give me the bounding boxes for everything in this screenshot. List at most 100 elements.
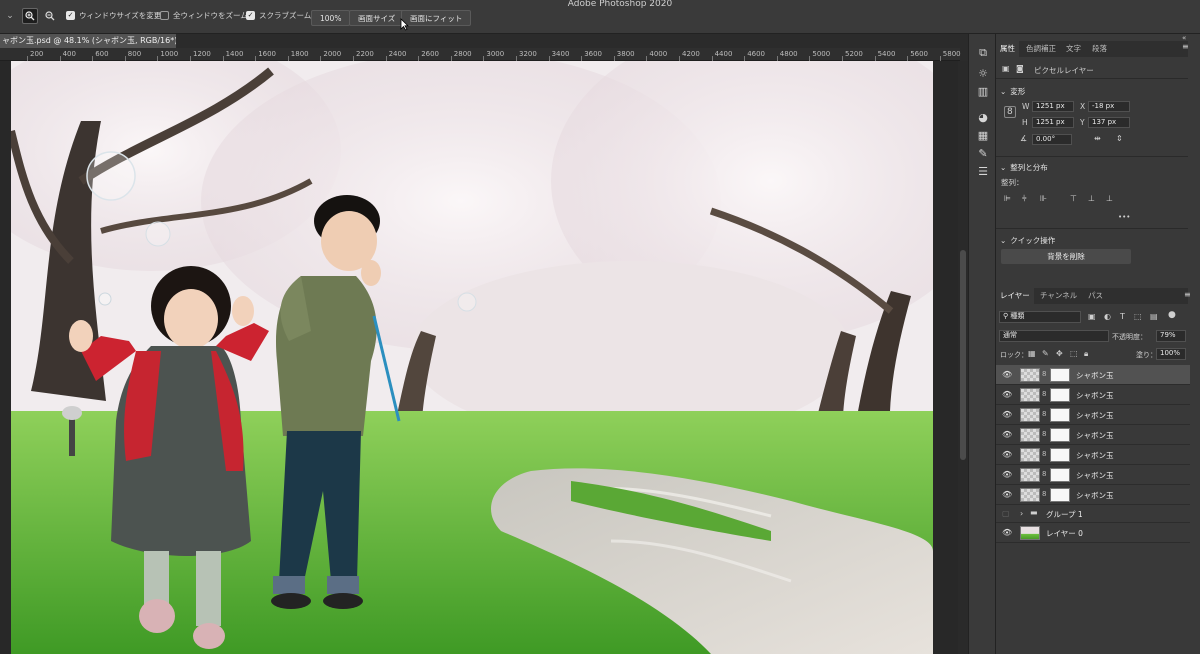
tab-character[interactable]: 文字 bbox=[1062, 41, 1085, 57]
flip-horizontal-icon[interactable]: ⇹ bbox=[1094, 134, 1101, 143]
angle-field[interactable]: 0.00° bbox=[1032, 134, 1072, 145]
levels-icon[interactable]: ▥ bbox=[976, 84, 990, 98]
align-section-title[interactable]: ⌄ 整列と分布 bbox=[1000, 162, 1048, 173]
tab-layers[interactable]: レイヤー bbox=[996, 288, 1034, 304]
tab-paths[interactable]: パス bbox=[1084, 288, 1107, 304]
layer-mask-thumbnail[interactable] bbox=[1050, 488, 1070, 502]
remove-background-button[interactable]: 背景を削除 bbox=[1001, 249, 1131, 264]
layer-row[interactable]: 👁︎ 8 シャボン玉 bbox=[996, 485, 1190, 505]
lock-artboard-icon[interactable]: ⬚ bbox=[1070, 349, 1078, 358]
more-options-button[interactable]: ••• bbox=[1118, 213, 1130, 221]
zoom-out-icon[interactable] bbox=[42, 8, 58, 24]
layer-mask-thumbnail[interactable] bbox=[1050, 408, 1070, 422]
tab-properties[interactable]: 属性 bbox=[996, 41, 1019, 57]
adjustments-sun-icon[interactable]: ☼ bbox=[976, 66, 990, 80]
resize-windows-option[interactable]: ✓ ウィンドウサイズを変更 bbox=[66, 10, 161, 21]
layers-panel-menu-icon[interactable]: ≡ bbox=[1184, 290, 1191, 299]
horizontal-ruler[interactable]: 200 400 600 800 1000 1200 1400 1600 1800 2000 2200… bbox=[0, 48, 961, 61]
align-center-h-icon[interactable]: ⫩ bbox=[1022, 194, 1027, 204]
tool-preset-chevron-icon[interactable]: ⌄ bbox=[2, 8, 18, 24]
document-tab[interactable]: ャボン玉.psd @ 48.1% (シャボン玉, RGB/16*) bbox=[0, 34, 176, 48]
y-field[interactable]: 137 px bbox=[1088, 117, 1130, 128]
zoom-in-icon[interactable] bbox=[22, 8, 38, 24]
filter-adjustment-icon[interactable]: ◐ bbox=[1104, 312, 1111, 321]
layer-mask-thumbnail[interactable] bbox=[1050, 368, 1070, 382]
eye-icon[interactable]: 👁︎ bbox=[1002, 470, 1012, 479]
layer-row[interactable]: 👁︎ 8 シャボン玉 bbox=[996, 445, 1190, 465]
eye-icon[interactable]: 👁︎ bbox=[1002, 410, 1012, 419]
eye-icon[interactable]: 👁︎ bbox=[1002, 430, 1012, 439]
layer-row[interactable]: 👁︎ 8 シャボン玉 bbox=[996, 465, 1190, 485]
tab-channels[interactable]: チャンネル bbox=[1036, 288, 1081, 304]
panel-menu-icon[interactable]: ≡ bbox=[1182, 42, 1189, 51]
eye-icon[interactable]: 👁︎ bbox=[1002, 490, 1012, 499]
flip-vertical-icon[interactable]: ⇕ bbox=[1116, 134, 1123, 143]
swatches-grid-icon[interactable]: ▦ bbox=[976, 128, 990, 142]
tab-adjustments[interactable]: 色調補正 bbox=[1022, 41, 1060, 57]
history-icon[interactable]: ⧉ bbox=[976, 46, 990, 60]
layer-name[interactable]: レイヤー 0 bbox=[1046, 528, 1083, 539]
zoom-100-button[interactable]: 100% bbox=[311, 10, 351, 26]
blend-mode-select[interactable]: 通常 bbox=[999, 330, 1109, 342]
lock-brush-icon[interactable]: ✎ bbox=[1042, 349, 1049, 358]
fit-screen-button[interactable]: 画面にフィット bbox=[401, 10, 472, 26]
layer-row[interactable]: 👁︎ レイヤー 0 bbox=[996, 523, 1190, 543]
layer-row[interactable]: 👁︎ 8 シャボン玉 bbox=[996, 425, 1190, 445]
resize-windows-checkbox[interactable]: ✓ bbox=[66, 11, 75, 20]
x-field[interactable]: -18 px bbox=[1088, 101, 1130, 112]
group-name[interactable]: グループ 1 bbox=[1046, 509, 1083, 520]
align-middle-v-icon[interactable]: ⊥ bbox=[1088, 194, 1095, 203]
align-left-icon[interactable]: ⊫ bbox=[1004, 194, 1011, 203]
layer-mask-thumbnail[interactable] bbox=[1050, 448, 1070, 462]
filter-pixel-icon[interactable]: ▣ bbox=[1088, 312, 1096, 321]
filter-smart-object-icon[interactable]: ▤ bbox=[1150, 312, 1158, 321]
canvas-area[interactable] bbox=[0, 61, 960, 654]
eye-icon[interactable]: 👁︎ bbox=[1002, 450, 1012, 459]
width-field[interactable]: 1251 px bbox=[1032, 101, 1074, 112]
zoom-all-windows-checkbox[interactable] bbox=[160, 11, 169, 20]
layer-row[interactable]: 👁︎ 8 シャボン玉 bbox=[996, 405, 1190, 425]
chevron-right-icon[interactable]: › bbox=[1020, 509, 1023, 518]
scrubby-zoom-option[interactable]: ✓ スクラブズーム bbox=[246, 10, 311, 21]
fill-field[interactable]: 100% bbox=[1156, 348, 1186, 360]
align-bottom-icon[interactable]: ⊥ bbox=[1106, 194, 1113, 203]
group-row[interactable]: ▢ › ▬ グループ 1 bbox=[996, 505, 1190, 523]
quick-actions-section-title[interactable]: ⌄ クイック操作 bbox=[1000, 235, 1055, 246]
lock-all-icon[interactable]: 🔒︎ bbox=[1084, 349, 1088, 359]
filter-shape-icon[interactable]: ⬚ bbox=[1134, 312, 1142, 321]
align-top-icon[interactable]: ⊤ bbox=[1070, 194, 1077, 203]
filter-toggle-icon[interactable]: ● bbox=[1168, 310, 1176, 320]
layer-mask-thumbnail[interactable] bbox=[1050, 388, 1070, 402]
link-proportions-icon[interactable]: 8 bbox=[1004, 106, 1016, 118]
lock-transparent-icon[interactable]: ▦ bbox=[1028, 349, 1036, 358]
zoom-all-windows-option[interactable]: 全ウィンドウをズーム bbox=[160, 10, 248, 21]
layer-name[interactable]: シャボン玉 bbox=[1076, 390, 1114, 401]
eye-icon[interactable]: 👁︎ bbox=[1002, 528, 1012, 537]
layer-name[interactable]: シャボン玉 bbox=[1076, 430, 1114, 441]
layer-name[interactable]: シャボン玉 bbox=[1076, 370, 1114, 381]
align-right-icon[interactable]: ⊪ bbox=[1040, 194, 1047, 203]
eye-icon[interactable]: 👁︎ bbox=[1002, 390, 1012, 399]
vertical-scrollbar-thumb[interactable] bbox=[960, 250, 966, 460]
layer-name[interactable]: シャボン玉 bbox=[1076, 450, 1114, 461]
filter-type-icon[interactable]: T bbox=[1120, 312, 1125, 321]
height-field[interactable]: 1251 px bbox=[1032, 117, 1074, 128]
layer-filter-select[interactable]: ⚲ 種類 bbox=[999, 311, 1081, 323]
layer-mask-thumbnail[interactable] bbox=[1050, 428, 1070, 442]
layer-name[interactable]: シャボン玉 bbox=[1076, 470, 1114, 481]
eye-icon[interactable]: 👁︎ bbox=[1002, 370, 1012, 379]
eye-hidden-box[interactable]: ▢ bbox=[1002, 509, 1010, 518]
layer-mask-thumbnail[interactable] bbox=[1050, 468, 1070, 482]
tab-paragraph[interactable]: 段落 bbox=[1088, 41, 1111, 57]
layer-name[interactable]: シャボン玉 bbox=[1076, 490, 1114, 501]
lock-position-icon[interactable]: ✥ bbox=[1056, 349, 1063, 358]
layer-row[interactable]: 👁︎ 8 シャボン玉 bbox=[996, 385, 1190, 405]
sliders-icon[interactable]: ☰ bbox=[976, 164, 990, 178]
fill-screen-button[interactable]: 画面サイズ bbox=[349, 10, 405, 26]
color-palette-icon[interactable]: ◕ bbox=[976, 110, 990, 124]
document-photo[interactable] bbox=[11, 61, 933, 654]
transform-section-title[interactable]: ⌄ 変形 bbox=[1000, 86, 1025, 97]
scrubby-zoom-checkbox[interactable]: ✓ bbox=[246, 11, 255, 20]
opacity-field[interactable]: 79% bbox=[1156, 330, 1186, 342]
collapse-panels-icon[interactable]: « bbox=[1182, 34, 1186, 42]
